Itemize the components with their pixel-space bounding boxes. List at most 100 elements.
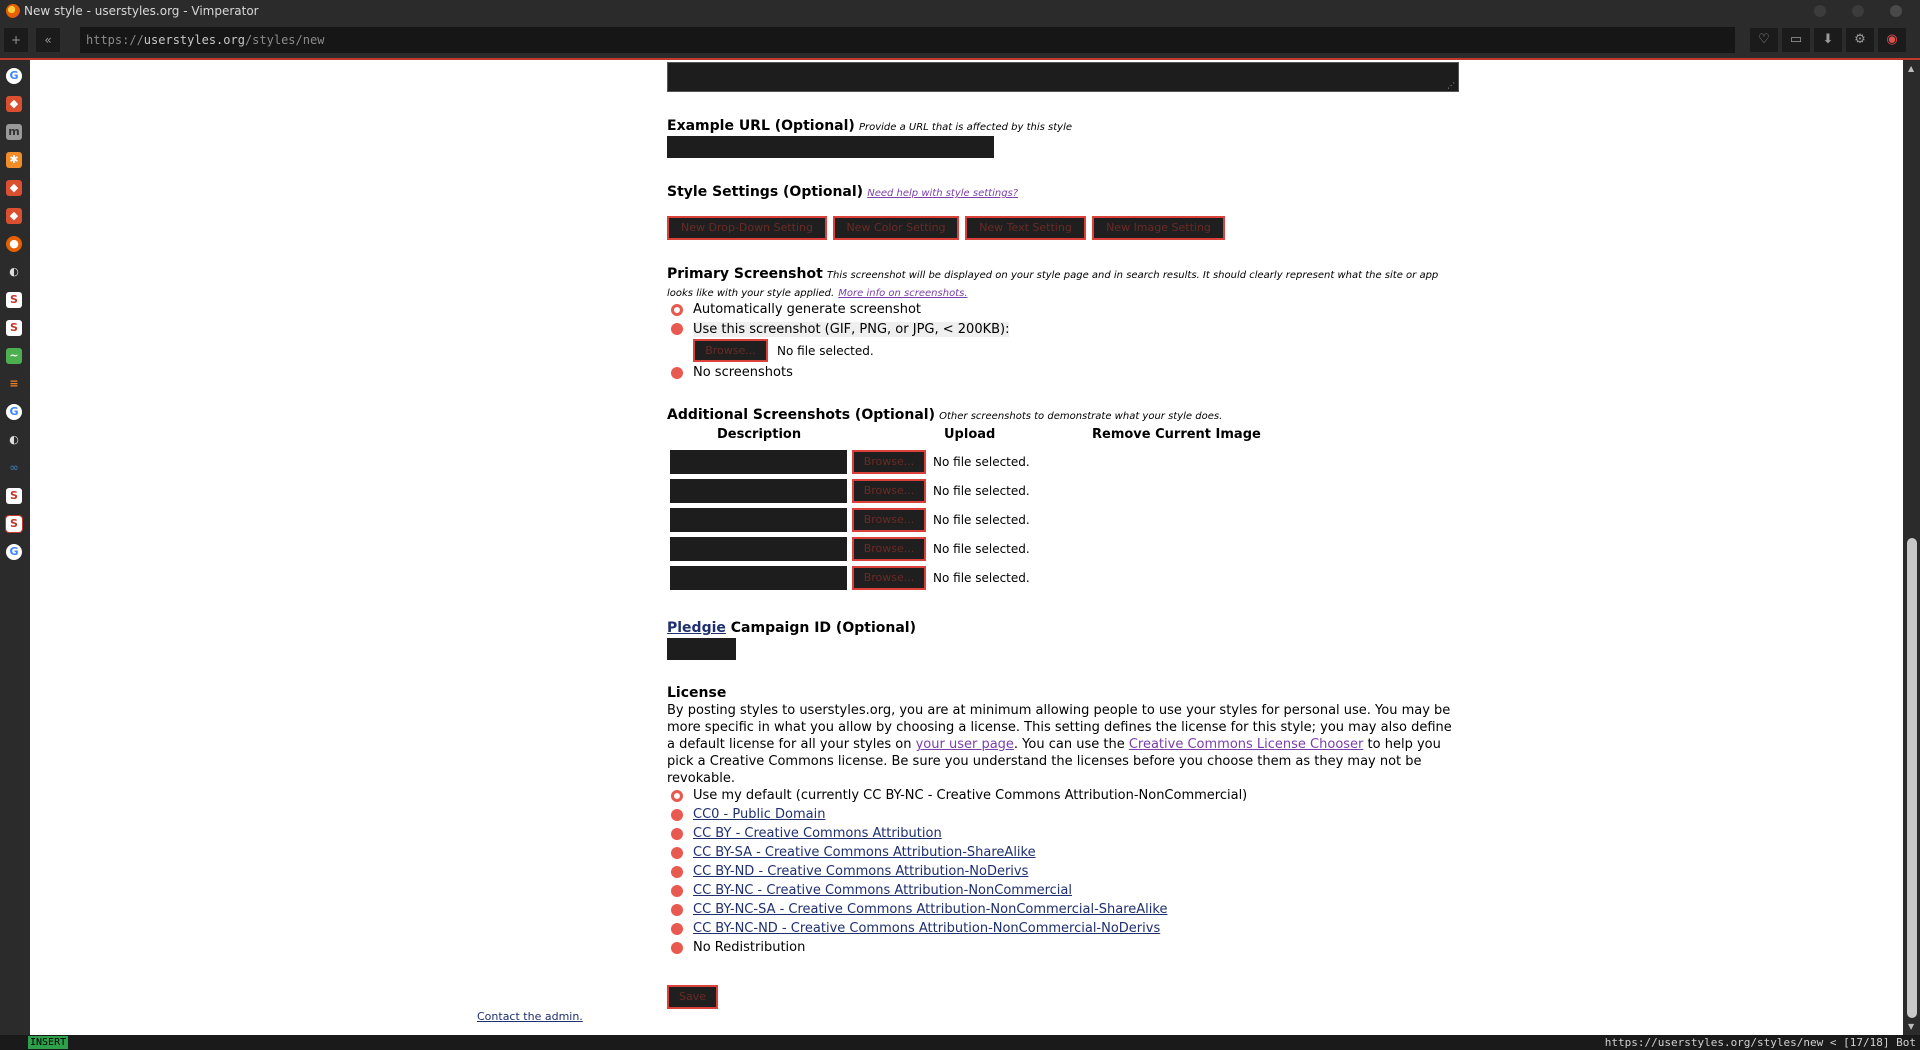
column-remove-image: Remove Current Image — [1092, 427, 1261, 442]
resize-grip-icon[interactable]: ⋰ — [1447, 81, 1455, 90]
screenshot-browse-button[interactable]: Browse... — [852, 566, 926, 590]
radio-license-cc-by-nc-nd[interactable] — [671, 923, 683, 935]
userstyles-icon[interactable]: ◆ — [6, 180, 22, 196]
pledgie-campaign-input[interactable] — [667, 638, 736, 660]
url-bar[interactable]: https://userstyles.org/styles/new — [80, 27, 1735, 53]
firefox-icon — [6, 4, 20, 18]
snowflake-icon[interactable]: ✱ — [6, 152, 22, 168]
new-dropdown-setting-button[interactable]: New Drop-Down Setting — [667, 216, 827, 240]
userstyles-icon[interactable]: ◆ — [6, 208, 22, 224]
license-chooser-link[interactable]: Creative Commons License Chooser — [1129, 737, 1364, 752]
scroll-down-icon[interactable]: ▼ — [1908, 1022, 1914, 1031]
new-text-setting-button[interactable]: New Text Setting — [965, 216, 1086, 240]
style-settings-help-link[interactable]: Need help with style settings? — [867, 188, 1018, 199]
save-button[interactable]: Save — [667, 985, 718, 1009]
license-option-cc0[interactable]: CC0 - Public Domain — [693, 807, 825, 822]
new-image-setting-button[interactable]: New Image Setting — [1092, 216, 1225, 240]
minimize-button[interactable] — [1814, 5, 1826, 17]
screenshot-browse-button[interactable]: Browse... — [852, 450, 926, 474]
new-color-setting-button[interactable]: New Color Setting — [833, 216, 959, 240]
radio-license-default[interactable] — [671, 790, 683, 802]
github-icon[interactable]: ◐ — [6, 264, 22, 280]
example-url-hint: Provide a URL that is affected by this s… — [858, 122, 1073, 133]
license-description: By posting styles to userstyles.org, you… — [667, 703, 1452, 786]
sidebar: G ◆ m ✱ ◆ ◆ ● ◐ S S ~ ≡ G ◐ ∞ S S G — [0, 60, 30, 1035]
maximize-button[interactable] — [1852, 5, 1864, 17]
screenshot-description-input[interactable] — [670, 537, 847, 561]
contact-admin-link[interactable]: Contact the admin. — [477, 1010, 583, 1023]
column-upload: Upload — [944, 427, 996, 442]
screenshot-file-status: No file selected. — [933, 571, 1030, 585]
license-label: License — [667, 685, 727, 701]
radio-license-cc-by-nc-sa[interactable] — [671, 904, 683, 916]
new-tab-button[interactable]: + — [4, 28, 28, 52]
user-page-link[interactable]: your user page — [916, 737, 1014, 752]
license-option-cc-by-nd[interactable]: CC BY-ND - Creative Commons Attribution-… — [693, 864, 1028, 879]
style-settings-label: Style Settings (Optional) — [667, 184, 864, 200]
status-url: https://userstyles.org/styles/new < [17/… — [1604, 1036, 1916, 1049]
auto-screenshot-label: Automatically generate screenshot — [693, 302, 921, 317]
screenshot-file-status: No file selected. — [933, 542, 1030, 556]
radio-license-cc-by-sa[interactable] — [671, 847, 683, 859]
style-code-textarea[interactable]: ⋰ — [667, 62, 1459, 92]
no-screenshots-label: No screenshots — [693, 365, 793, 380]
radio-license-cc-by[interactable] — [671, 828, 683, 840]
screenshot-file-status: No file selected. — [933, 455, 1030, 469]
scroll-up-icon[interactable]: ▲ — [1908, 64, 1914, 73]
page-scrollbar[interactable]: ▲ ▼ — [1903, 60, 1920, 1035]
license-option-cc-by[interactable]: CC BY - Creative Commons Attribution — [693, 826, 942, 841]
screenshot-description-input[interactable] — [670, 450, 847, 474]
stylish-icon[interactable]: S — [5, 515, 23, 533]
screenshot-browse-button[interactable]: Browse... — [852, 479, 926, 503]
gear-icon[interactable]: ⚙ — [1846, 28, 1874, 52]
heart-icon[interactable]: ♡ — [1750, 28, 1778, 52]
window-title: New style - userstyles.org - Vimperator — [24, 4, 259, 18]
userstyles-icon[interactable]: ◆ — [6, 96, 22, 112]
navigation-toolbar: + « https://userstyles.org/styles/new ♡ … — [0, 22, 1920, 60]
radio-license-cc-by-nd[interactable] — [671, 866, 683, 878]
mail-icon[interactable]: m — [6, 124, 22, 140]
stylish-icon[interactable]: S — [6, 292, 22, 308]
stylish-icon[interactable]: S — [6, 488, 22, 504]
license-option-cc-by-nc[interactable]: CC BY-NC - Creative Commons Attribution-… — [693, 883, 1072, 898]
example-url-label: Example URL (Optional) — [667, 118, 855, 134]
vimperator-icon[interactable]: ◉ — [1878, 28, 1906, 52]
screenshot-browse-button[interactable]: Browse... — [852, 508, 926, 532]
primary-browse-button[interactable]: Browse... — [693, 339, 768, 362]
window-titlebar: New style - userstyles.org - Vimperator — [0, 0, 1920, 22]
license-option-cc-by-sa[interactable]: CC BY-SA - Creative Commons Attribution-… — [693, 845, 1036, 860]
inbox-icon[interactable]: ▭ — [1782, 28, 1810, 52]
screenshot-description-input[interactable] — [670, 566, 847, 590]
github-icon[interactable]: ◐ — [6, 432, 22, 448]
screenshot-description-input[interactable] — [670, 508, 847, 532]
pledgie-link[interactable]: Pledgie — [667, 620, 726, 636]
google-icon[interactable]: G — [6, 404, 22, 420]
radio-license-no-redistribution[interactable] — [671, 942, 683, 954]
additional-screenshots-label: Additional Screenshots (Optional) — [667, 407, 935, 423]
stylish-icon[interactable]: S — [6, 320, 22, 336]
page-content: ⋰ Example URL (Optional) Provide a URL t… — [30, 60, 1903, 1035]
scrollbar-thumb[interactable] — [1907, 538, 1917, 1018]
stack-icon[interactable]: ≡ — [6, 376, 22, 392]
download-icon[interactable]: ⬇ — [1814, 28, 1842, 52]
example-url-input[interactable] — [667, 136, 994, 158]
screenshot-browse-button[interactable]: Browse... — [852, 537, 926, 561]
license-option-no-redistribution: No Redistribution — [693, 940, 806, 955]
license-option-cc-by-nc-sa[interactable]: CC BY-NC-SA - Creative Commons Attributi… — [693, 902, 1167, 917]
primary-file-status: No file selected. — [777, 344, 874, 358]
close-button[interactable] — [1890, 5, 1902, 17]
google-icon[interactable]: G — [6, 68, 22, 84]
back-button[interactable]: « — [36, 28, 60, 52]
firefox-icon[interactable]: ● — [6, 236, 22, 252]
link-icon[interactable]: ∞ — [6, 460, 22, 476]
radio-license-cc0[interactable] — [671, 809, 683, 821]
screenshot-description-input[interactable] — [670, 479, 847, 503]
radio-auto-screenshot[interactable] — [671, 304, 683, 316]
more-info-screenshots-link[interactable]: More info on screenshots. — [838, 288, 967, 299]
license-option-cc-by-nc-nd[interactable]: CC BY-NC-ND - Creative Commons Attributi… — [693, 921, 1160, 936]
chart-icon[interactable]: ~ — [6, 348, 22, 364]
radio-license-cc-by-nc[interactable] — [671, 885, 683, 897]
radio-use-screenshot[interactable] — [671, 323, 683, 335]
radio-no-screenshots[interactable] — [671, 367, 683, 379]
google-icon[interactable]: G — [6, 544, 22, 560]
